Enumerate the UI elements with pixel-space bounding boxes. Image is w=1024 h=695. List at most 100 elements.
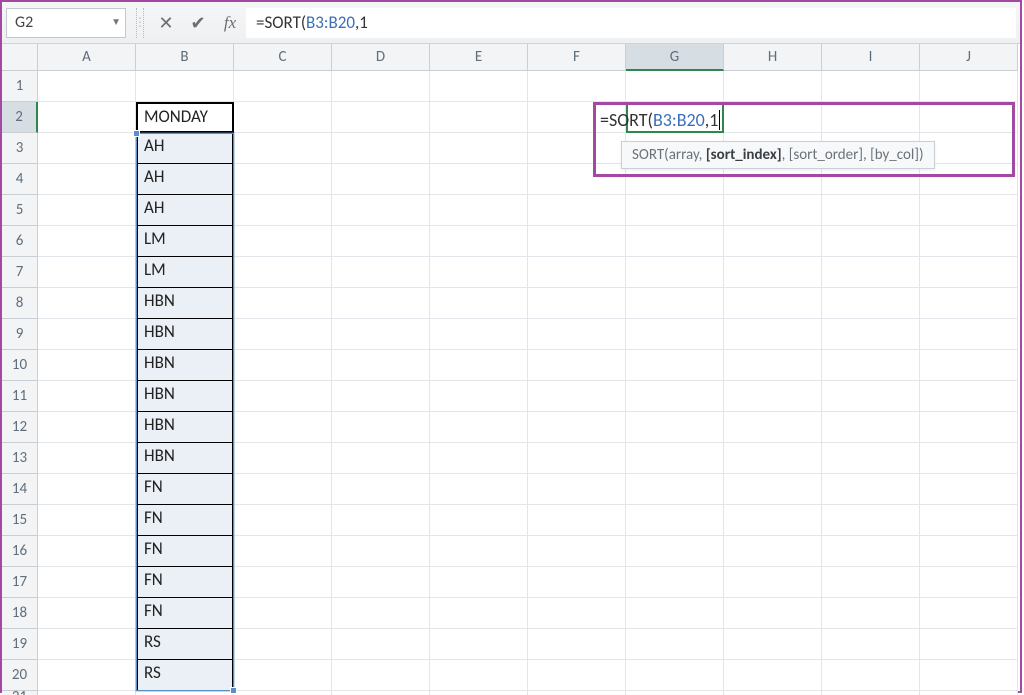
- column-header-G[interactable]: G: [626, 44, 724, 71]
- cell[interactable]: [234, 474, 332, 505]
- cell[interactable]: [920, 319, 1018, 350]
- column-header-B[interactable]: B: [136, 44, 234, 71]
- cell[interactable]: [822, 567, 920, 598]
- cell[interactable]: HBN: [136, 319, 234, 350]
- row-header-1[interactable]: 1: [2, 71, 38, 102]
- cell[interactable]: [724, 288, 822, 319]
- cell[interactable]: [332, 598, 430, 629]
- cell[interactable]: [430, 102, 528, 133]
- cell[interactable]: [332, 691, 430, 695]
- cell[interactable]: [430, 691, 528, 695]
- cell[interactable]: [920, 226, 1018, 257]
- cell[interactable]: [920, 381, 1018, 412]
- column-header-H[interactable]: H: [724, 44, 822, 71]
- row-header-21[interactable]: 21: [2, 691, 38, 695]
- row-header-17[interactable]: 17: [2, 567, 38, 598]
- row-header-11[interactable]: 11: [2, 381, 38, 412]
- cell[interactable]: FN: [136, 536, 234, 567]
- cell[interactable]: [920, 691, 1018, 695]
- cell[interactable]: [234, 195, 332, 226]
- cell[interactable]: [528, 598, 626, 629]
- cell[interactable]: [626, 381, 724, 412]
- row-header-19[interactable]: 19: [2, 629, 38, 660]
- cell[interactable]: [724, 691, 822, 695]
- cell[interactable]: [822, 629, 920, 660]
- cell[interactable]: [332, 319, 430, 350]
- cell[interactable]: [920, 288, 1018, 319]
- cell[interactable]: [626, 598, 724, 629]
- cell[interactable]: [528, 536, 626, 567]
- cell[interactable]: [724, 660, 822, 691]
- cell[interactable]: [724, 412, 822, 443]
- column-header-E[interactable]: E: [430, 44, 528, 71]
- cell[interactable]: [332, 567, 430, 598]
- cell[interactable]: [822, 536, 920, 567]
- cell[interactable]: [38, 71, 136, 102]
- select-all-corner[interactable]: [2, 44, 38, 71]
- cell[interactable]: [920, 598, 1018, 629]
- cell[interactable]: [38, 505, 136, 536]
- row-header-5[interactable]: 5: [2, 195, 38, 226]
- cell[interactable]: [528, 443, 626, 474]
- cell[interactable]: [234, 443, 332, 474]
- cancel-icon[interactable]: ✕: [150, 8, 182, 38]
- row-header-15[interactable]: 15: [2, 505, 38, 536]
- cell[interactable]: [38, 288, 136, 319]
- cell[interactable]: [920, 629, 1018, 660]
- cell[interactable]: [234, 412, 332, 443]
- cell[interactable]: [528, 660, 626, 691]
- cell[interactable]: [38, 567, 136, 598]
- cell[interactable]: [724, 567, 822, 598]
- cell[interactable]: [920, 350, 1018, 381]
- cell[interactable]: [822, 71, 920, 102]
- name-box[interactable]: G2 ▼: [6, 8, 126, 38]
- cell[interactable]: [332, 102, 430, 133]
- cell[interactable]: [430, 257, 528, 288]
- column-header-A[interactable]: A: [38, 44, 136, 71]
- cell[interactable]: [920, 102, 1018, 133]
- cell[interactable]: [332, 350, 430, 381]
- cell[interactable]: [920, 660, 1018, 691]
- cell[interactable]: [528, 412, 626, 443]
- row-header-2[interactable]: 2: [2, 102, 38, 133]
- cell[interactable]: HBN: [136, 412, 234, 443]
- cell[interactable]: [430, 505, 528, 536]
- cell[interactable]: [528, 350, 626, 381]
- row-header-14[interactable]: 14: [2, 474, 38, 505]
- cell[interactable]: [920, 567, 1018, 598]
- cell[interactable]: [430, 567, 528, 598]
- cell[interactable]: [822, 474, 920, 505]
- cell[interactable]: [234, 536, 332, 567]
- cell[interactable]: [332, 536, 430, 567]
- cell[interactable]: [626, 443, 724, 474]
- cell[interactable]: [822, 412, 920, 443]
- cell[interactable]: [430, 629, 528, 660]
- cell[interactable]: [234, 133, 332, 164]
- cell[interactable]: [822, 691, 920, 695]
- cell[interactable]: [38, 226, 136, 257]
- cell[interactable]: [332, 195, 430, 226]
- cell[interactable]: [38, 443, 136, 474]
- cell[interactable]: [626, 226, 724, 257]
- cell[interactable]: [528, 381, 626, 412]
- row-header-18[interactable]: 18: [2, 598, 38, 629]
- cell[interactable]: [234, 567, 332, 598]
- cell[interactable]: [234, 288, 332, 319]
- cell[interactable]: [234, 629, 332, 660]
- cell[interactable]: LM: [136, 226, 234, 257]
- cell[interactable]: [822, 660, 920, 691]
- cell[interactable]: FN: [136, 474, 234, 505]
- cell[interactable]: [724, 536, 822, 567]
- cell[interactable]: [822, 195, 920, 226]
- cell[interactable]: HBN: [136, 443, 234, 474]
- cell[interactable]: RS: [136, 629, 234, 660]
- cell[interactable]: LM: [136, 257, 234, 288]
- cell[interactable]: [626, 71, 724, 102]
- cell[interactable]: [724, 319, 822, 350]
- cell[interactable]: [38, 102, 136, 133]
- cell[interactable]: [332, 505, 430, 536]
- cell[interactable]: [332, 71, 430, 102]
- cell[interactable]: [38, 195, 136, 226]
- cell[interactable]: [822, 350, 920, 381]
- cell[interactable]: [332, 474, 430, 505]
